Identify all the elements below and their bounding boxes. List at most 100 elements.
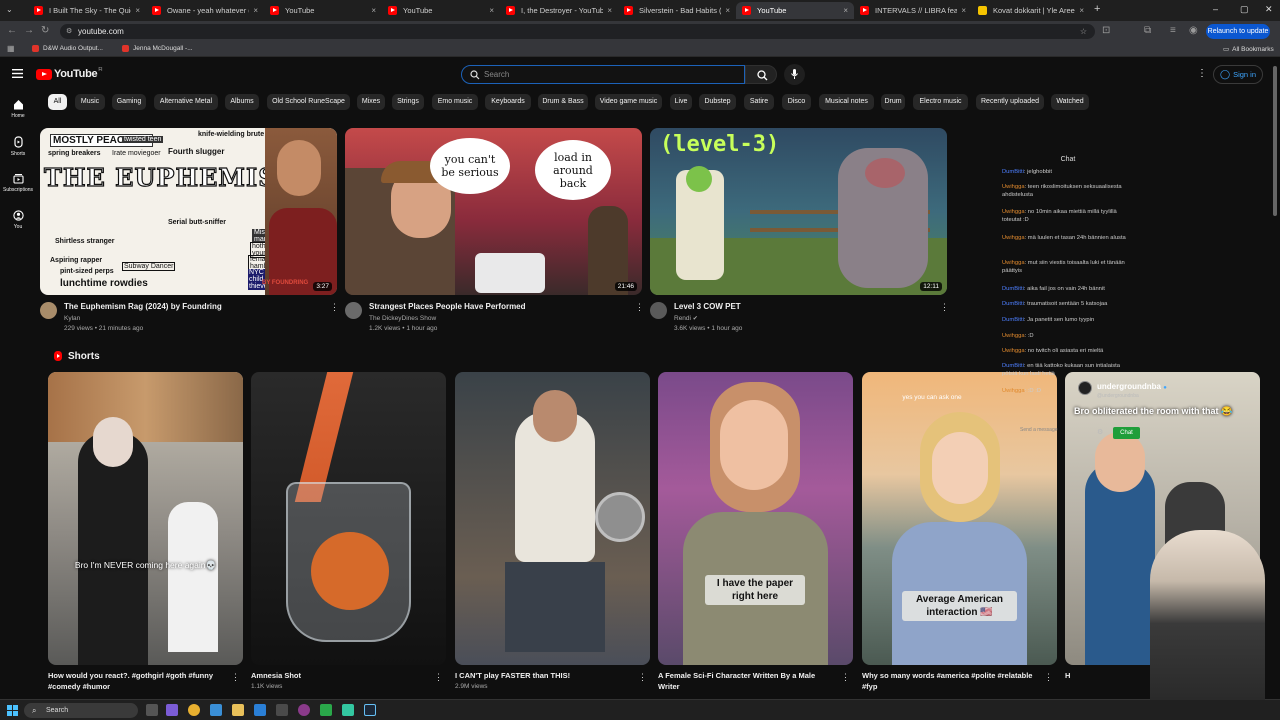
app-icon[interactable] xyxy=(320,704,332,716)
chip-old-school-runescape[interactable]: Old School RuneScape xyxy=(267,94,350,110)
chip-mixes[interactable]: Mixes xyxy=(357,94,385,110)
url-field[interactable]: ⚙ youtube.com ☆ xyxy=(60,24,1095,39)
chat-send-button[interactable]: Chat xyxy=(1113,427,1140,439)
chat-send-input[interactable]: Send a message xyxy=(1002,427,1064,441)
guide-item-shorts[interactable]: Shorts xyxy=(0,136,36,157)
short-thumbnail[interactable]: yes you can ask one Average American int… xyxy=(862,372,1057,665)
extensions-icon[interactable]: ⧉ xyxy=(1144,25,1151,36)
chip-strings[interactable]: Strings xyxy=(392,94,424,110)
channel-name[interactable]: Kylan xyxy=(64,315,80,322)
chip-emo-music[interactable]: Emo music xyxy=(432,94,478,110)
avatar[interactable] xyxy=(40,302,57,319)
chip-keyboards[interactable]: Keyboards xyxy=(485,94,531,110)
bookmark-item[interactable]: D&W Audio Output... xyxy=(32,45,103,52)
youtube-logo[interactable]: YouTube FI xyxy=(36,67,102,80)
chip-electro-music[interactable]: Electro music xyxy=(913,94,968,110)
browser-tab[interactable]: Kovat dokkarit | Yle Areena × xyxy=(972,2,1090,19)
app-icon[interactable] xyxy=(254,704,266,716)
browser-tab[interactable]: YouTube × xyxy=(382,2,500,19)
short-thumbnail[interactable] xyxy=(455,372,650,665)
app-icon[interactable] xyxy=(342,704,354,716)
file-explorer-icon[interactable] xyxy=(232,704,244,716)
close-icon[interactable]: × xyxy=(489,6,494,15)
chip-music[interactable]: Music xyxy=(75,94,105,110)
short-title[interactable]: A Female Sci-Fi Character Written By a M… xyxy=(658,670,836,692)
more-actions-icon[interactable]: ⋮ xyxy=(1044,672,1053,683)
more-actions-icon[interactable]: ⋮ xyxy=(638,672,647,683)
short-thumbnail[interactable] xyxy=(251,372,446,665)
browser-tab[interactable]: INTERVALS // LIBRA feat. Plini× xyxy=(854,2,972,19)
profile-icon[interactable]: ◉ xyxy=(1189,25,1198,36)
more-actions-icon[interactable]: ⋮ xyxy=(434,672,443,683)
chip-drum-and-bass[interactable]: Drum & Bass xyxy=(538,94,588,110)
tab-search-icon[interactable]: ⌄ xyxy=(6,5,13,14)
more-actions-icon[interactable]: ⋮ xyxy=(841,672,850,683)
page-scrollbar[interactable] xyxy=(1273,66,1277,216)
windows-start-icon[interactable] xyxy=(7,705,18,716)
chip-live[interactable]: Live xyxy=(670,94,692,110)
chip-alternative-metal[interactable]: Alternative Metal xyxy=(154,94,218,110)
avatar[interactable] xyxy=(650,302,667,319)
chip-drum[interactable]: Drum xyxy=(881,94,905,110)
site-info-icon[interactable]: ⚙ xyxy=(66,24,72,39)
forward-icon[interactable]: → xyxy=(24,25,34,36)
task-view-icon[interactable] xyxy=(146,704,158,716)
browser-tab[interactable]: I Built The Sky - The Quiet Plac× xyxy=(28,2,146,19)
chip-albums[interactable]: Albums xyxy=(225,94,259,110)
browser-tab[interactable]: Silverstein - Bad Habits (Offi× xyxy=(618,2,736,19)
settings-gear-icon[interactable]: ⚙ xyxy=(1097,428,1103,436)
chip-gaming[interactable]: Gaming xyxy=(112,94,146,110)
close-icon[interactable]: × xyxy=(135,6,140,15)
short-thumbnail[interactable]: I have the paper right here xyxy=(658,372,853,665)
search-box[interactable] xyxy=(461,65,745,84)
avatar[interactable] xyxy=(345,302,362,319)
search-button[interactable] xyxy=(745,65,777,84)
back-icon[interactable]: ← xyxy=(7,25,17,36)
install-icon[interactable]: ⊡ xyxy=(1102,25,1110,36)
close-icon[interactable]: × xyxy=(371,6,376,15)
steam-icon[interactable] xyxy=(364,704,376,716)
all-bookmarks-button[interactable]: ▭ All Bookmarks xyxy=(1223,45,1274,54)
teams-icon[interactable] xyxy=(166,704,178,716)
menu-icon[interactable] xyxy=(12,69,23,78)
more-actions-icon[interactable]: ⋮ xyxy=(635,302,644,313)
reload-icon[interactable]: ↻ xyxy=(41,25,49,36)
video-thumbnail[interactable]: you can't be serious load in around back… xyxy=(345,128,642,295)
chrome-icon[interactable] xyxy=(188,704,200,716)
close-icon[interactable]: × xyxy=(1079,6,1084,15)
minimize-icon[interactable]: – xyxy=(1213,4,1218,14)
close-icon[interactable]: × xyxy=(607,6,612,15)
browser-tab[interactable]: Owane - yeah whatever (Full A× xyxy=(146,2,264,19)
app-icon[interactable] xyxy=(276,704,288,716)
channel-name[interactable]: The DickeyDines Show xyxy=(369,315,436,322)
short-title[interactable]: Why so many words #america #polite #rela… xyxy=(862,670,1040,692)
search-input[interactable] xyxy=(484,68,734,81)
video-title[interactable]: Level 3 COW PET xyxy=(674,302,741,311)
maximize-icon[interactable]: ▢ xyxy=(1240,4,1249,15)
sign-in-button[interactable]: ◯ Sign in xyxy=(1213,65,1263,84)
bookmark-item[interactable]: Jenna McDougall -... xyxy=(122,45,193,52)
close-icon[interactable]: × xyxy=(961,6,966,15)
taskbar-search[interactable]: ⌕ Search xyxy=(24,703,138,718)
video-title[interactable]: Strangest Places People Have Performed xyxy=(369,302,526,311)
chip-satire[interactable]: Satire xyxy=(744,94,774,110)
settings-kebab-icon[interactable]: ⋮ xyxy=(1197,68,1207,79)
apps-icon[interactable]: ▦ xyxy=(7,44,15,53)
chip-dubstep[interactable]: Dubstep xyxy=(699,94,736,110)
browser-tab[interactable]: I, the Destroyer - YouTube × xyxy=(500,2,618,19)
chip-watched[interactable]: Watched xyxy=(1051,94,1089,110)
short-title[interactable]: How would you react?. #gothgirl #goth #f… xyxy=(48,670,226,692)
browser-tab-active[interactable]: YouTube × xyxy=(736,2,854,19)
close-icon[interactable]: × xyxy=(725,6,730,15)
close-icon[interactable]: × xyxy=(253,6,258,15)
window-close-icon[interactable]: ✕ xyxy=(1265,4,1273,15)
chip-all[interactable]: All xyxy=(48,94,67,110)
short-title[interactable]: Amnesia Shot xyxy=(251,670,429,681)
channel-name[interactable]: Rendi ✔ xyxy=(674,315,698,322)
close-icon[interactable]: × xyxy=(843,6,848,15)
chip-recently-uploaded[interactable]: Recently uploaded xyxy=(976,94,1044,110)
video-title[interactable]: The Euphemism Rag (2024) by Foundring xyxy=(64,302,222,311)
guide-item-subscriptions[interactable]: Subscriptions xyxy=(0,173,36,193)
voice-search-button[interactable] xyxy=(784,64,805,85)
chip-disco[interactable]: Disco xyxy=(782,94,811,110)
